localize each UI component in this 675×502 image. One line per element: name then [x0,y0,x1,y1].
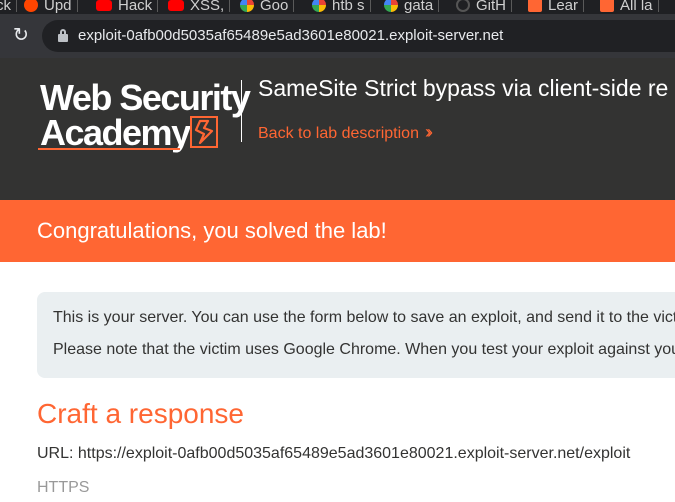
bookmark-separator [583,0,585,12]
bookmark-item[interactable]: Lear [528,0,585,14]
reload-icon[interactable]: ↻ [10,25,32,47]
web-security-academy-logo[interactable]: Web Security Academy [38,80,251,156]
info-text-line: This is your server. You can use the for… [53,309,675,326]
bookmark-item[interactable]: Hack [96,0,159,14]
reddit-icon [24,0,38,12]
youtube-icon [96,0,112,11]
back-link-label: Back to lab description [258,125,419,142]
bookmark-label: GitH [476,0,506,14]
bookmark-separator [157,0,159,12]
back-to-lab-description-link[interactable]: Back to lab description ›› [258,122,433,144]
bookmark-label: Goo [260,0,289,14]
bookmark-label: gata [404,0,434,14]
bookmark-separator [369,0,371,12]
bookmark-label: XSS, [190,0,225,14]
bookmark-item[interactable]: htb s [312,0,371,14]
portswigger-icon [528,0,542,12]
google-icon [312,0,326,12]
bookmark-item[interactable]: ck [0,0,17,14]
bookmark-item[interactable]: gata [384,0,440,14]
bookmark-item[interactable]: All la [600,0,659,14]
bookmark-separator [438,0,440,12]
bookmark-label: htb s [332,0,365,14]
google-icon [240,0,254,12]
bookmark-label: Upd [44,0,72,14]
browser-toolbar: ↻ exploit-0afb00d5035af65489e5ad3601e800… [0,14,675,58]
info-box: This is your server. You can use the for… [37,292,675,378]
github-icon [456,0,470,12]
lab-title: SameSite Strict bypass via client-side r… [258,75,669,101]
bookmark-item[interactable]: XSS, [168,0,231,14]
logo-line2: Academy [40,112,191,153]
address-url[interactable]: exploit-0afb00d5035af65489e5ad3601e80021… [78,27,503,45]
solved-banner: Congratulations, you solved the lab! [0,200,675,262]
bookmark-item[interactable]: GitH [456,0,512,14]
https-label: HTTPS [37,479,90,496]
bookmark-label: Lear [548,0,579,14]
bookmark-item[interactable]: Goo [240,0,295,14]
academy-header: Web Security Academy SameSite Strict byp… [0,58,675,200]
craft-response-heading: Craft a response [37,398,244,429]
info-text-line: Please note that the victim uses Google … [53,341,675,358]
double-chevron-right-icon: ›› [424,122,433,142]
exploit-url: URL: https://exploit-0afb00d5035af65489e… [37,445,631,462]
bookmark-label: ck [0,0,11,14]
portswigger-icon [600,0,614,12]
bookmark-separator [229,0,231,12]
google-icon [384,0,398,12]
bookmarks-bar: ck Upd Hack XSS, Goo htb s gata GitH Lea [0,0,675,14]
bookmark-separator [16,0,17,12]
youtube-icon [168,0,184,11]
solved-message: Congratulations, you solved the lab! [37,218,387,243]
header-divider [241,80,242,142]
bookmark-separator [76,0,78,12]
lock-icon[interactable] [58,29,68,42]
lightning-bolt-icon [190,116,218,148]
bookmark-separator [511,0,512,12]
bookmark-label: Hack [118,0,153,14]
logo-underline [38,148,180,150]
bookmark-separator [293,0,295,12]
address-bar[interactable]: exploit-0afb00d5035af65489e5ad3601e80021… [42,20,675,52]
logo-line1: Web Security [40,77,251,118]
bookmark-item[interactable]: Upd [24,0,78,14]
bookmark-separator [657,0,659,12]
bookmark-label: All la [620,0,653,14]
